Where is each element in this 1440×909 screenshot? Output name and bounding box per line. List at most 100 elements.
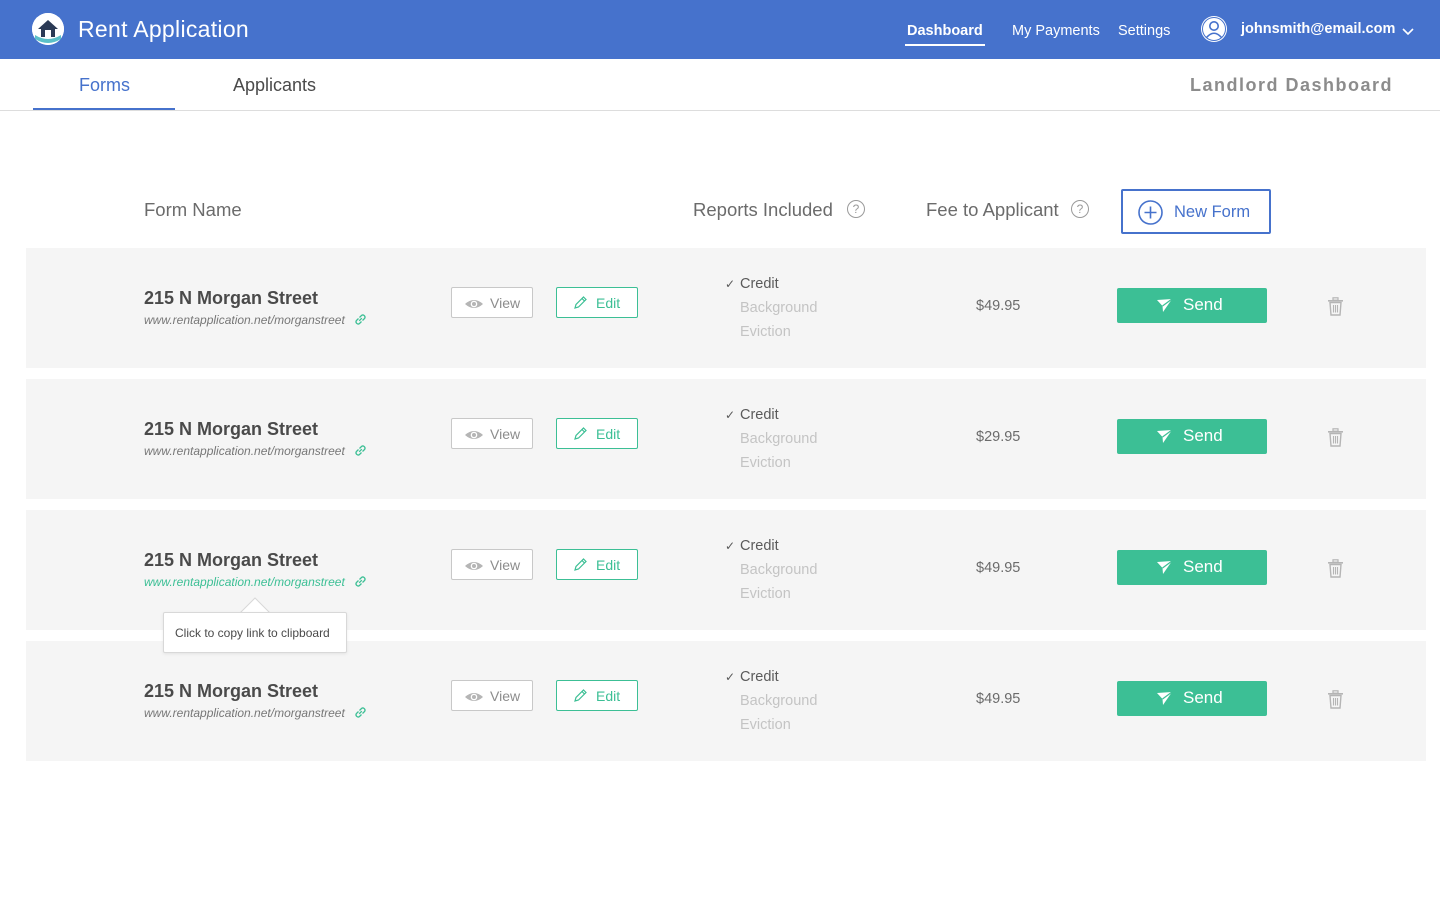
copy-link-tooltip: Click to copy link to clipboard <box>163 612 347 653</box>
report-item: Eviction <box>740 324 791 340</box>
header-form-name: Form Name <box>144 199 242 220</box>
paper-plane-icon <box>1156 691 1173 706</box>
send-button[interactable]: Send <box>1117 288 1267 323</box>
fee-value: $49.95 <box>976 691 1021 707</box>
report-item: Eviction <box>740 455 791 471</box>
view-label: View <box>490 688 521 704</box>
plus-circle-icon <box>1138 200 1163 225</box>
form-link[interactable]: www.rentapplication.net/morganstreet <box>144 444 345 458</box>
report-item: Credit <box>740 669 779 685</box>
report-item: Credit <box>740 407 779 423</box>
link-icon[interactable] <box>353 705 368 720</box>
send-label: Send <box>1183 295 1223 314</box>
fee-value: $29.95 <box>976 429 1021 445</box>
new-form-button[interactable]: New Form <box>1121 189 1271 234</box>
form-name: 215 N Morgan Street <box>144 550 319 570</box>
edit-label: Edit <box>596 557 621 573</box>
view-button[interactable]: View <box>451 549 533 580</box>
table-row: 215 N Morgan Street www.rentapplication.… <box>26 641 1426 761</box>
tab-active-indicator <box>33 108 175 110</box>
pencil-icon <box>573 557 588 572</box>
report-item: Eviction <box>740 717 791 733</box>
table-row: 215 N Morgan Street www.rentapplication.… <box>26 248 1426 368</box>
report-item: Eviction <box>740 586 791 602</box>
link-icon[interactable] <box>353 443 368 458</box>
send-label: Send <box>1183 557 1223 576</box>
form-link[interactable]: www.rentapplication.net/morganstreet <box>144 575 345 589</box>
eye-icon <box>464 428 484 440</box>
sub-navbar: Forms Applicants Landlord Dashboard <box>0 59 1440 111</box>
view-label: View <box>490 557 521 573</box>
form-link[interactable]: www.rentapplication.net/morganstreet <box>144 706 345 720</box>
nav-settings[interactable]: Settings <box>1118 23 1170 39</box>
pencil-icon <box>573 426 588 441</box>
edit-button[interactable]: Edit <box>556 418 638 449</box>
user-avatar-icon[interactable] <box>1200 15 1228 43</box>
paper-plane-icon <box>1156 560 1173 575</box>
view-label: View <box>490 295 521 311</box>
help-icon[interactable]: ? <box>1071 200 1089 218</box>
paper-plane-icon <box>1156 429 1173 444</box>
report-item: Background <box>740 431 818 447</box>
pencil-icon <box>573 688 588 703</box>
app-title: Rent Application <box>78 16 250 42</box>
view-button[interactable]: View <box>451 680 533 711</box>
tooltip-arrow <box>239 597 271 614</box>
report-item: Credit <box>740 538 779 554</box>
chevron-down-icon[interactable] <box>1401 24 1415 36</box>
house-logo-icon[interactable] <box>32 13 64 45</box>
check-icon: ✓ <box>725 277 736 291</box>
send-button[interactable]: Send <box>1117 681 1267 716</box>
report-item: Background <box>740 300 818 316</box>
link-icon[interactable] <box>353 312 368 327</box>
report-item: Background <box>740 562 818 578</box>
check-icon: ✓ <box>725 408 736 422</box>
view-button[interactable]: View <box>451 418 533 449</box>
nav-dashboard[interactable]: Dashboard <box>907 23 983 39</box>
edit-label: Edit <box>596 295 621 311</box>
help-icon[interactable]: ? <box>847 200 865 218</box>
trash-icon[interactable] <box>1327 690 1344 709</box>
eye-icon <box>464 559 484 571</box>
edit-label: Edit <box>596 426 621 442</box>
top-navbar: Rent Application Dashboard My Payments S… <box>0 0 1440 59</box>
send-button[interactable]: Send <box>1117 550 1267 585</box>
send-label: Send <box>1183 688 1223 707</box>
report-item: Background <box>740 693 818 709</box>
edit-button[interactable]: Edit <box>556 549 638 580</box>
send-label: Send <box>1183 426 1223 445</box>
nav-active-indicator <box>905 44 985 46</box>
view-button[interactable]: View <box>451 287 533 318</box>
tab-forms[interactable]: Forms <box>79 75 130 96</box>
send-button[interactable]: Send <box>1117 419 1267 454</box>
eye-icon <box>464 297 484 309</box>
trash-icon[interactable] <box>1327 559 1344 578</box>
trash-icon[interactable] <box>1327 428 1344 447</box>
form-name: 215 N Morgan Street <box>144 681 319 701</box>
table-row: 215 N Morgan Street www.rentapplication.… <box>26 379 1426 499</box>
pencil-icon <box>573 295 588 310</box>
check-icon: ✓ <box>725 670 736 684</box>
tooltip-text: Click to copy link to clipboard <box>175 626 330 640</box>
header-fee-to-applicant: Fee to Applicant <box>926 199 1059 220</box>
form-link[interactable]: www.rentapplication.net/morganstreet <box>144 313 345 327</box>
header-reports-included: Reports Included <box>693 199 833 220</box>
fee-value: $49.95 <box>976 298 1021 314</box>
nav-my-payments[interactable]: My Payments <box>1012 23 1100 39</box>
tab-applicants[interactable]: Applicants <box>233 75 316 96</box>
fee-value: $49.95 <box>976 560 1021 576</box>
form-name: 215 N Morgan Street <box>144 419 319 439</box>
form-name: 215 N Morgan Street <box>144 288 319 308</box>
paper-plane-icon <box>1156 298 1173 313</box>
eye-icon <box>464 690 484 702</box>
page-title: Landlord Dashboard <box>1189 75 1393 95</box>
new-form-label: New Form <box>1174 203 1251 221</box>
check-icon: ✓ <box>725 539 736 553</box>
user-email[interactable]: johnsmith@email.com <box>1241 21 1395 37</box>
edit-label: Edit <box>596 688 621 704</box>
link-icon[interactable] <box>353 574 368 589</box>
edit-button[interactable]: Edit <box>556 287 638 318</box>
edit-button[interactable]: Edit <box>556 680 638 711</box>
view-label: View <box>490 426 521 442</box>
trash-icon[interactable] <box>1327 297 1344 316</box>
